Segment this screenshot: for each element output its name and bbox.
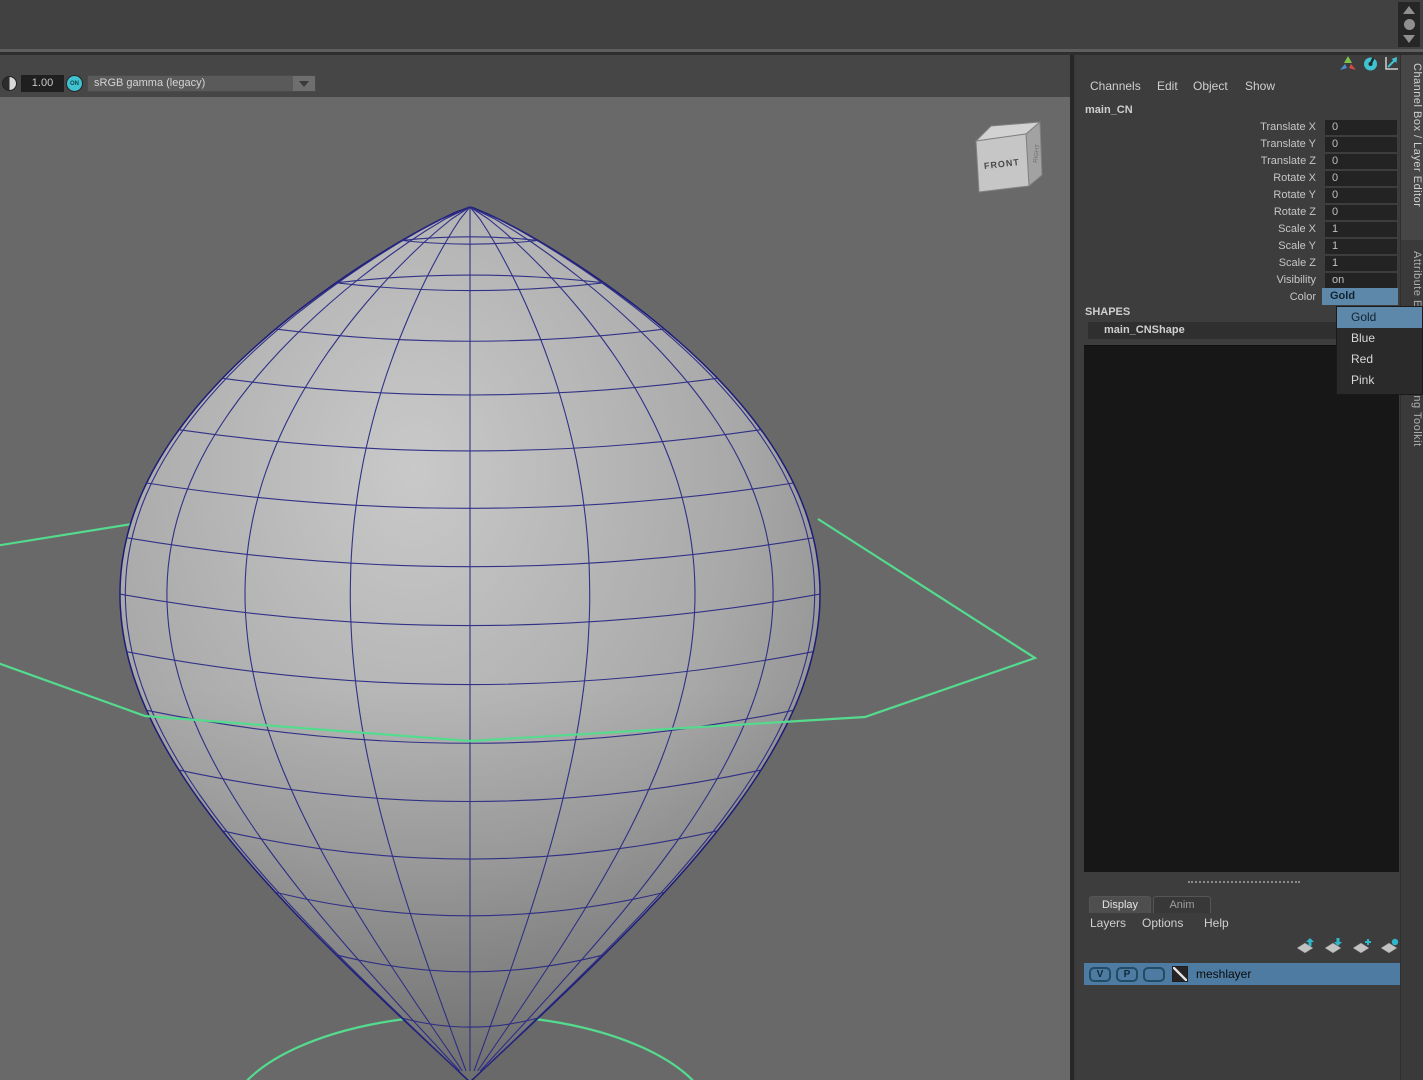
colorspace-on-toggle[interactable]: ON [66, 75, 83, 92]
node-name[interactable]: main_CN [1085, 104, 1133, 116]
attr-label-scale-z: Scale Z [1278, 257, 1316, 269]
attr-field-rotate-y[interactable]: 0 [1325, 188, 1397, 203]
layer-visible-toggle[interactable]: V [1089, 966, 1111, 982]
scroll-down-icon[interactable] [1403, 35, 1415, 43]
attr-field-translate-z[interactable]: 0 [1325, 154, 1397, 169]
chevron-down-icon [299, 80, 309, 87]
channel-box-empty-area [1084, 345, 1399, 872]
attr-label-rotate-z: Rotate Z [1273, 206, 1316, 218]
menu-help[interactable]: Help [1204, 916, 1229, 930]
attr-label-rotate-y: Rotate Y [1273, 189, 1316, 201]
layer-new-from-selected-icon[interactable] [1380, 938, 1400, 955]
tab-display[interactable]: Display [1089, 896, 1151, 913]
menu-edit[interactable]: Edit [1157, 79, 1178, 93]
viewport-toolbar: 1.00 ON sRGB gamma (legacy) [0, 55, 1070, 97]
attr-label-translate-y: Translate Y [1260, 138, 1316, 150]
dropdown-arrow-box[interactable] [293, 76, 315, 91]
menu-show[interactable]: Show [1245, 79, 1275, 93]
dropdown-option-pink[interactable]: Pink [1337, 370, 1422, 391]
attr-label-visibility: Visibility [1276, 274, 1316, 286]
menu-options[interactable]: Options [1142, 916, 1183, 930]
manipulator-icon[interactable] [1340, 56, 1356, 71]
menu-object[interactable]: Object [1193, 79, 1228, 93]
attr-label-color: Color [1289, 291, 1316, 303]
3d-viewport[interactable]: 1.00 ON sRGB gamma (legacy) FRONT RIGHT [0, 55, 1070, 1080]
scroll-dot-icon[interactable] [1403, 19, 1415, 30]
shapes-header: SHAPES [1085, 306, 1131, 318]
attr-field-translate-x[interactable]: 0 [1325, 120, 1397, 135]
menu-layers[interactable]: Layers [1090, 916, 1126, 930]
dropdown-option-gold[interactable]: Gold [1337, 307, 1422, 328]
attr-label-translate-z: Translate Z [1260, 155, 1316, 167]
attr-field-translate-y[interactable]: 0 [1325, 137, 1397, 152]
exposure-icon[interactable] [2, 76, 17, 91]
layer-color-swatch[interactable] [1172, 966, 1188, 982]
tab-channel-box-layer-editor[interactable]: Channel Box / Layer Editor [1401, 55, 1423, 240]
layer-move-up-icon[interactable] [1296, 938, 1316, 955]
layer-row-meshlayer[interactable]: V P meshlayer [1084, 963, 1400, 985]
dropdown-option-blue[interactable]: Blue [1337, 328, 1422, 349]
attr-field-scale-z[interactable]: 1 [1325, 256, 1397, 271]
attr-field-scale-x[interactable]: 1 [1325, 222, 1397, 237]
layer-icon-bar [1295, 938, 1400, 956]
channel-box-icon-bar [1340, 56, 1400, 72]
view-cube[interactable]: FRONT RIGHT [960, 115, 1055, 210]
attr-label-scale-x: Scale X [1278, 223, 1316, 235]
graph-icon[interactable] [1385, 56, 1399, 71]
attr-label-translate-x: Translate X [1260, 121, 1316, 133]
colorspace-dropdown[interactable]: sRGB gamma (legacy) [87, 75, 316, 92]
menu-channels[interactable]: Channels [1090, 79, 1141, 93]
tab-anim[interactable]: Anim [1153, 896, 1211, 913]
top-toolbar [0, 0, 1423, 49]
layer-display-mode-toggle[interactable] [1143, 966, 1165, 982]
speed-gauge-icon[interactable] [1363, 56, 1378, 71]
exposure-value-field[interactable]: 1.00 [21, 75, 64, 92]
layer-move-down-icon[interactable] [1324, 938, 1344, 955]
attr-label-scale-y: Scale Y [1278, 240, 1316, 252]
colorspace-value: sRGB gamma (legacy) [94, 77, 206, 89]
attr-field-rotate-x[interactable]: 0 [1325, 171, 1397, 186]
layer-new-empty-icon[interactable] [1352, 938, 1372, 955]
scroll-up-icon[interactable] [1403, 6, 1415, 14]
color-dropdown-list: Gold Blue Red Pink [1336, 306, 1423, 395]
layer-playback-toggle[interactable]: P [1116, 966, 1138, 982]
attr-field-rotate-z[interactable]: 0 [1325, 205, 1397, 220]
attr-label-rotate-x: Rotate X [1273, 172, 1316, 184]
attr-field-color[interactable]: Gold [1322, 288, 1398, 305]
panel-drag-handle[interactable] [1188, 881, 1300, 883]
dropdown-option-red[interactable]: Red [1337, 349, 1422, 370]
viewport-scene[interactable] [0, 97, 1070, 1080]
panel-scroll-widget[interactable] [1398, 2, 1420, 47]
layer-name: meshlayer [1196, 967, 1252, 981]
attr-field-visibility[interactable]: on [1325, 273, 1397, 288]
attr-field-scale-y[interactable]: 1 [1325, 239, 1397, 254]
